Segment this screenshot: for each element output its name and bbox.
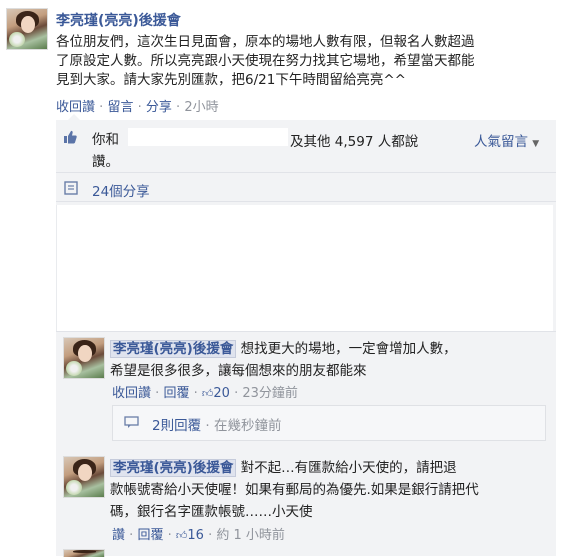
comment-timestamp[interactable]: 23分鐘前 <box>242 386 298 401</box>
comment-reply-link[interactable]: 回覆 <box>163 386 189 401</box>
redacted-block <box>56 205 553 331</box>
comment-text: 對不起…有匯款給小天使的，請把退 <box>240 460 457 476</box>
thumbs-up-icon: 👍︎ <box>175 529 188 542</box>
top-comments-label: 人氣留言 <box>474 134 528 150</box>
replies-time: 在幾秒鐘前 <box>213 418 282 434</box>
comment-avatar[interactable] <box>63 456 105 498</box>
post-author[interactable]: 李亮瑾(亮亮)後援會 <box>56 10 181 30</box>
comment-actions: 收回讚 · 回覆 · 👍︎20 · 23分鐘前 <box>112 382 298 401</box>
separator: · <box>208 528 213 543</box>
likes-others-link[interactable]: 及其他 4,597 人都說 <box>290 130 418 150</box>
divider <box>56 331 556 332</box>
comment-likes: 20 <box>213 386 230 401</box>
comment-text: 款帳號寄給小天使喔！如果有郵局的為優先.如果是銀行請把代 <box>110 482 479 498</box>
separator: · <box>205 418 210 434</box>
separator: · <box>176 100 181 115</box>
comment-author[interactable]: 李亮瑾(亮亮)後援會 <box>110 340 237 358</box>
comment-body: 李亮瑾(亮亮)後援會 對不起…有匯款給小天使的，請把退 款帳號寄給小天使喔！如果… <box>110 457 555 523</box>
post-text: 各位朋友們，這次生日見面會，原本的場地人數有限，但報名人數超過 了原設定人數。所… <box>56 33 475 90</box>
chevron-down-icon: ▼ <box>532 139 540 149</box>
comment-like-count[interactable]: 👍︎16 <box>176 528 208 543</box>
post-actions: 收回讚 · 留言 · 分享 · 2小時 <box>56 96 219 115</box>
replies-link[interactable]: 2則回覆 <box>152 418 201 434</box>
separator: · <box>99 100 104 115</box>
divider <box>56 172 556 173</box>
post-text-line: 了原設定人數。所以亮亮跟小天使現在努力找其它場地，希望當天都能 <box>56 53 475 69</box>
comment-like-link[interactable]: 讚 <box>112 528 125 543</box>
separator: · <box>167 528 172 543</box>
comment-reply-link[interactable]: 回覆 <box>137 528 163 543</box>
separator: · <box>137 100 142 115</box>
likes-summary: 你和 <box>92 130 119 150</box>
likes-redacted-area <box>128 128 288 146</box>
separator: · <box>155 386 160 401</box>
separator: · <box>234 386 239 401</box>
comment-text: 想找更大的場地，一定會增加人數， <box>240 341 457 357</box>
thumbs-up-icon: 👍︎ <box>201 387 214 400</box>
top-comments-dropdown[interactable]: 人氣留言 ▼ <box>474 130 539 150</box>
share-link[interactable]: 分享 <box>146 100 172 115</box>
comment-body: 李亮瑾(亮亮)後援會 想找更大的場地，一定會增加人數， 希望是很多很多，讓每個想… <box>110 338 550 382</box>
comment-author[interactable]: 李亮瑾(亮亮)後援會 <box>110 459 237 477</box>
likes-you-and: 你和 <box>92 132 119 148</box>
shares-link[interactable]: 24個分享 <box>92 180 150 200</box>
comment-actions: 讚 · 回覆 · 👍︎16 · 約 1 小時前 <box>112 524 285 543</box>
unlike-link[interactable]: 收回讚 <box>56 100 95 115</box>
comment-avatar[interactable] <box>63 337 105 379</box>
post-text-line: 各位朋友們，這次生日見面會，原本的場地人數有限，但報名人數超過 <box>56 34 475 50</box>
comment-link[interactable]: 留言 <box>107 100 133 115</box>
thumbs-up-icon <box>63 130 77 148</box>
replies-summary: 2則回覆 · 在幾秒鐘前 <box>152 414 281 434</box>
share-icon <box>64 181 78 199</box>
separator: · <box>129 528 134 543</box>
post-timestamp[interactable]: 2小時 <box>184 100 218 115</box>
divider <box>56 201 556 202</box>
comment-text: 希望是很多很多，讓每個想來的朋友都能來 <box>110 363 367 379</box>
comment-timestamp[interactable]: 約 1 小時前 <box>216 528 285 543</box>
reply-arrow-icon <box>124 416 140 433</box>
post-text-line: 見到大家。請大家先別匯款，把6/21下午時間留給亮亮^^ <box>56 72 406 88</box>
comment-text: 碼，銀行名字匯款帳號……小天使 <box>110 504 313 520</box>
comment-likes: 16 <box>187 528 204 543</box>
comment-like-count[interactable]: 👍︎20 <box>202 386 234 401</box>
separator: · <box>193 386 198 401</box>
comment-unlike-link[interactable]: 收回讚 <box>112 386 151 401</box>
page-avatar[interactable] <box>6 8 48 50</box>
likes-like-word: 讚。 <box>92 154 119 170</box>
panel-caret <box>68 114 80 120</box>
